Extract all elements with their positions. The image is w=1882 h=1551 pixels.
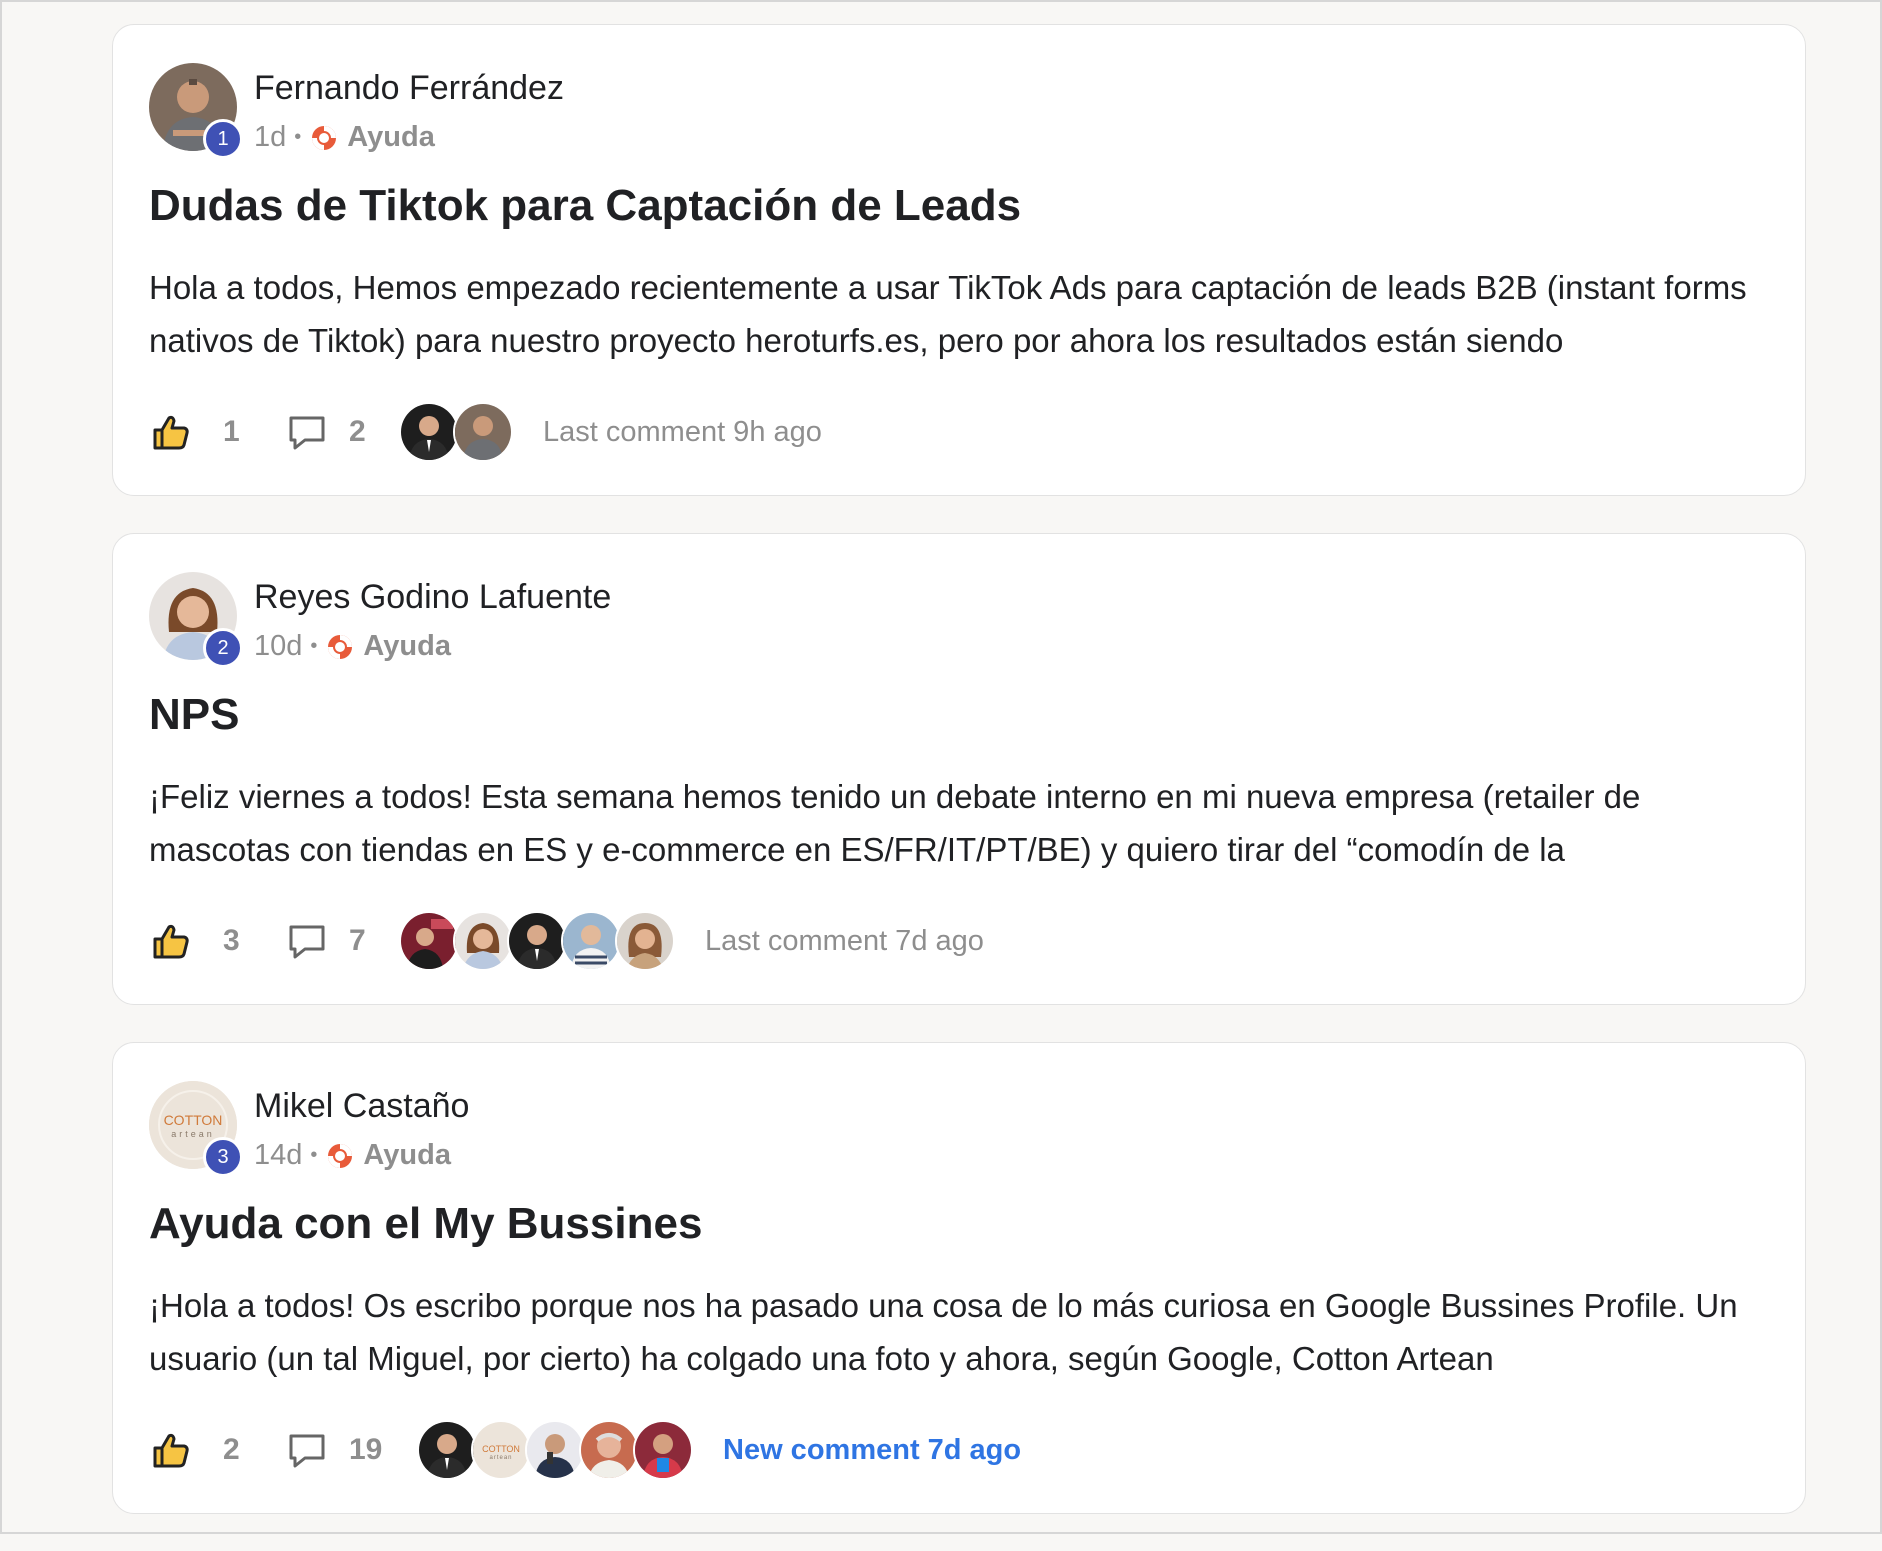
commenter-avatar[interactable] — [399, 911, 459, 971]
commenter-avatars: COTTON artean — [417, 1420, 693, 1480]
like-count: 3 — [223, 924, 240, 957]
commenter-avatar[interactable] — [525, 1420, 585, 1480]
post-actions: 2 19 COTTON artean New comment 7d ago — [149, 1420, 1021, 1480]
author-avatar[interactable]: 1 — [149, 63, 243, 159]
author-avatar[interactable]: 2 — [149, 572, 243, 668]
meta-separator: • — [294, 126, 302, 148]
post-meta: 10d • Ayuda — [254, 630, 451, 663]
post-card[interactable]: COTTON artean 3 Mikel Castaño 14d • Ayuda… — [112, 1042, 1806, 1514]
post-meta: 1d • Ayuda — [254, 121, 435, 154]
post-card[interactable]: 2 Reyes Godino Lafuente 10d • Ayuda NPS … — [112, 533, 1806, 1005]
post-time: 14d — [254, 1139, 303, 1171]
commenter-avatar[interactable] — [417, 1420, 477, 1480]
author-avatar[interactable]: COTTON artean 3 — [149, 1081, 243, 1177]
commenter-avatar[interactable] — [399, 402, 459, 462]
post-time: 1d — [254, 121, 287, 153]
post-actions: 3 7 Last comment 7d ago — [149, 911, 984, 971]
meta-separator: • — [310, 635, 318, 657]
logo-brand-text: COTTON — [164, 1112, 223, 1128]
lifebuoy-icon — [328, 634, 353, 659]
last-comment-time: Last comment 7d ago — [705, 924, 984, 957]
commenter-avatar[interactable] — [615, 911, 675, 971]
commenter-avatar[interactable] — [453, 911, 513, 971]
post-excerpt[interactable]: ¡Feliz viernes a todos! Esta semana hemo… — [149, 770, 1789, 876]
post-category[interactable]: Ayuda — [363, 630, 451, 663]
comment-icon[interactable] — [285, 410, 329, 454]
post-time: 10d — [254, 630, 303, 662]
post-category[interactable]: Ayuda — [363, 1139, 451, 1172]
comment-icon[interactable] — [285, 919, 329, 963]
commenter-avatars — [399, 911, 675, 971]
post-category[interactable]: Ayuda — [347, 121, 435, 154]
lifebuoy-icon — [312, 125, 337, 150]
author-name[interactable]: Reyes Godino Lafuente — [254, 578, 611, 617]
logo-sub-text: artean — [171, 1129, 215, 1139]
post-excerpt[interactable]: Hola a todos, Hemos empezado recientemen… — [149, 261, 1789, 367]
comment-count: 7 — [349, 924, 366, 957]
post-title[interactable]: Ayuda con el My Bussines — [149, 1199, 702, 1249]
commenter-avatar[interactable] — [633, 1420, 693, 1480]
post-card[interactable]: 1 Fernando Ferrández 1d • Ayuda Dudas de… — [112, 24, 1806, 496]
logo-brand-text: COTTON — [482, 1444, 520, 1454]
post-meta: 14d • Ayuda — [254, 1139, 451, 1172]
commenter-avatars — [399, 402, 513, 462]
meta-separator: • — [310, 1144, 318, 1166]
rank-badge: 2 — [203, 628, 243, 668]
commenter-avatar[interactable] — [507, 911, 567, 971]
comment-count: 2 — [349, 415, 366, 448]
post-title[interactable]: Dudas de Tiktok para Captación de Leads — [149, 181, 1021, 231]
lifebuoy-icon — [328, 1143, 353, 1168]
commenter-avatar[interactable] — [453, 402, 513, 462]
author-name[interactable]: Fernando Ferrández — [254, 69, 564, 108]
rank-badge: 1 — [203, 119, 243, 159]
logo-sub-text: artean — [489, 1455, 512, 1461]
commenter-avatar[interactable] — [561, 911, 621, 971]
thumbs-up-icon[interactable] — [149, 919, 193, 963]
comment-icon[interactable] — [285, 1428, 329, 1472]
like-count: 1 — [223, 415, 240, 448]
post-title[interactable]: NPS — [149, 690, 239, 740]
like-count: 2 — [223, 1433, 240, 1466]
post-excerpt[interactable]: ¡Hola a todos! Os escribo porque nos ha … — [149, 1279, 1789, 1385]
thumbs-up-icon[interactable] — [149, 1428, 193, 1472]
thumbs-up-icon[interactable] — [149, 410, 193, 454]
comment-count: 19 — [349, 1433, 383, 1466]
rank-badge: 3 — [203, 1137, 243, 1177]
last-comment-time: Last comment 9h ago — [543, 415, 822, 448]
new-comment-link[interactable]: New comment 7d ago — [723, 1434, 1021, 1467]
commenter-avatar[interactable] — [579, 1420, 639, 1480]
commenter-avatar[interactable]: COTTON artean — [471, 1420, 531, 1480]
author-name[interactable]: Mikel Castaño — [254, 1087, 469, 1126]
post-actions: 1 2 Last comment 9h ago — [149, 402, 822, 462]
post-feed: 1 Fernando Ferrández 1d • Ayuda Dudas de… — [112, 24, 1806, 1551]
